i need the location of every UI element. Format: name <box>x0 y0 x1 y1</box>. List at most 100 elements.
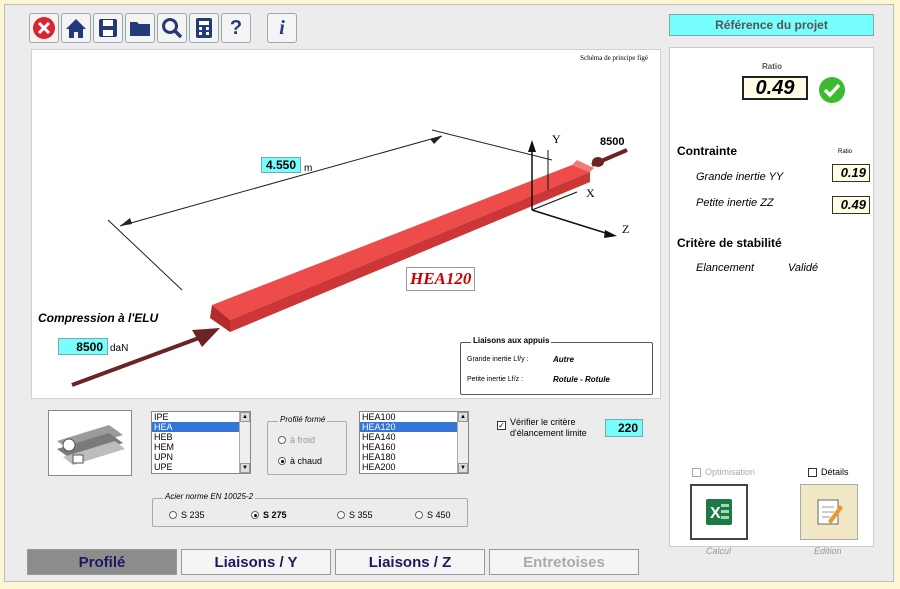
scrollbar[interactable]: ▲ ▼ <box>239 412 250 473</box>
app-window: ? i Référence du projet Schéma de princi… <box>4 4 894 582</box>
list-item[interactable]: UPE <box>152 462 250 472</box>
verifier-checkbox[interactable]: ✓ <box>497 421 506 430</box>
steel-profiles-icon <box>57 425 125 465</box>
save-icon <box>99 19 117 37</box>
list-item[interactable]: IPE <box>152 412 250 422</box>
elancement-label: Elancement <box>696 262 755 274</box>
list-item[interactable]: HEA120 <box>360 422 468 432</box>
tab-entretoises-label: Entretoises <box>523 553 605 571</box>
project-reference[interactable]: Référence du projet <box>669 14 874 36</box>
elancement-limit-value[interactable]: 220 <box>605 419 643 437</box>
radio-s450-dot[interactable] <box>415 511 423 519</box>
radio-s355[interactable]: S 355 <box>337 510 373 520</box>
liaison-petite-label: Petite inertie Lf/z : <box>467 376 524 383</box>
svg-text:X: X <box>710 505 721 522</box>
length-value[interactable]: 4.550 <box>261 157 301 173</box>
profiles-image <box>48 410 132 476</box>
calcul-button[interactable]: X <box>690 484 748 540</box>
tab-entretoises[interactable]: Entretoises <box>489 549 639 575</box>
force-value[interactable]: 8500 <box>58 338 108 355</box>
optimisation-checkbox[interactable] <box>692 468 701 477</box>
radio-s235-dot[interactable] <box>169 511 177 519</box>
radio-s235[interactable]: S 235 <box>169 510 205 520</box>
save-button[interactable] <box>93 13 123 43</box>
tab-profile[interactable]: Profilé <box>27 549 177 575</box>
force-unit: daN <box>110 343 129 354</box>
liaison-grande-value: Autre <box>553 355 574 364</box>
elancement-limit-text: 220 <box>617 421 638 435</box>
axis-z-label: Z <box>622 222 630 236</box>
list-item[interactable]: HEA140 <box>360 432 468 442</box>
open-button[interactable] <box>125 13 155 43</box>
info-button[interactable]: i <box>267 13 297 43</box>
radio-s275-label: S 275 <box>263 510 287 520</box>
profile-name-text: HEA120 <box>410 269 472 288</box>
ratio-small-label: Ratio <box>838 149 853 155</box>
tab-liaisons-y-label: Liaisons / Y <box>214 553 298 571</box>
list-item[interactable]: UPN <box>152 452 250 462</box>
calculator-button[interactable] <box>189 13 219 43</box>
details-checkbox[interactable] <box>808 468 817 477</box>
help-icon: ? <box>229 16 243 39</box>
scroll-down-icon[interactable]: ▼ <box>458 463 468 473</box>
axis-y-label: Y <box>552 132 561 146</box>
axis-x-label: X <box>586 186 595 200</box>
profile-name-label: HEA120 <box>406 267 476 291</box>
profile-size-list[interactable]: HEA100 HEA120 HEA140 HEA160 HEA180 HEA20… <box>359 411 469 474</box>
optimisation-label: Optimisation <box>705 467 756 477</box>
length-unit: m <box>304 163 313 174</box>
top-force-label: 8500 <box>600 136 625 148</box>
radio-s275-dot[interactable] <box>251 511 259 519</box>
list-item[interactable]: HEA180 <box>360 452 468 462</box>
edition-button[interactable] <box>800 484 858 540</box>
liaisons-group: Liaisons aux appuis Grande inertie Lf/y … <box>460 336 653 395</box>
radio-froid[interactable]: à froid <box>278 435 315 445</box>
scroll-up-icon[interactable]: ▲ <box>240 412 250 422</box>
tab-liaisons-z[interactable]: Liaisons / Z <box>335 549 485 575</box>
folder-icon <box>130 22 150 36</box>
list-item[interactable]: HEA <box>152 422 250 432</box>
tab-liaisons-y[interactable]: Liaisons / Y <box>181 549 331 575</box>
grande-inertie-value: 0.19 <box>832 164 870 182</box>
schema-drawing: Schéma de principe figé 4.550 m Y X Z 85… <box>31 49 661 399</box>
list-item[interactable]: HEA200 <box>360 462 468 472</box>
length-value-text: 4.550 <box>265 158 296 172</box>
list-item[interactable]: HEA100 <box>360 412 468 422</box>
calculator-icon <box>196 18 212 38</box>
home-button[interactable] <box>61 13 91 43</box>
radio-s275[interactable]: S 275 <box>251 510 287 520</box>
list-item[interactable]: HEM <box>152 442 250 452</box>
liaison-petite-value: Rotule - Rotule <box>553 375 610 384</box>
petite-inertie-value-text: 0.49 <box>840 197 866 212</box>
scroll-up-icon[interactable]: ▲ <box>458 412 468 422</box>
verifier-label-line1: Vérifier le critère <box>510 417 576 427</box>
help-button[interactable]: ? <box>221 13 251 43</box>
list-item[interactable]: HEB <box>152 432 250 442</box>
acier-group: Acier norme EN 10025-2 S 235 S 275 S 355… <box>152 492 468 527</box>
project-reference-label: Référence du projet <box>715 18 828 32</box>
radio-s355-label: S 355 <box>349 510 373 520</box>
radio-s450[interactable]: S 450 <box>415 510 451 520</box>
radio-s355-dot[interactable] <box>337 511 345 519</box>
details-label: Détails <box>821 467 849 477</box>
profile-type-list[interactable]: IPE HEA HEB HEM UPN UPE ▲ ▼ <box>151 411 251 474</box>
check-ok-icon <box>819 77 845 103</box>
scroll-down-icon[interactable]: ▼ <box>240 463 250 473</box>
profil-forme-title: Profilé formé <box>278 415 328 424</box>
close-button[interactable] <box>29 13 59 43</box>
scrollbar[interactable]: ▲ ▼ <box>457 412 468 473</box>
radio-s235-label: S 235 <box>181 510 205 520</box>
search-button[interactable] <box>157 13 187 43</box>
search-icon <box>162 18 183 39</box>
list-item[interactable]: HEA160 <box>360 442 468 452</box>
close-icon <box>33 17 55 39</box>
edition-label: Edition <box>814 546 842 556</box>
radio-chaud[interactable]: à chaud <box>278 456 322 466</box>
radio-froid-label: à froid <box>290 435 316 445</box>
ratio-label: Ratio <box>762 62 782 71</box>
results-panel: Ratio 0.49 Contrainte Ratio Grande inert… <box>669 47 874 556</box>
radio-froid-dot[interactable] <box>278 436 286 444</box>
edit-document-icon <box>817 499 843 525</box>
spreadsheet-icon: X <box>706 499 732 525</box>
radio-chaud-dot[interactable] <box>278 457 286 465</box>
